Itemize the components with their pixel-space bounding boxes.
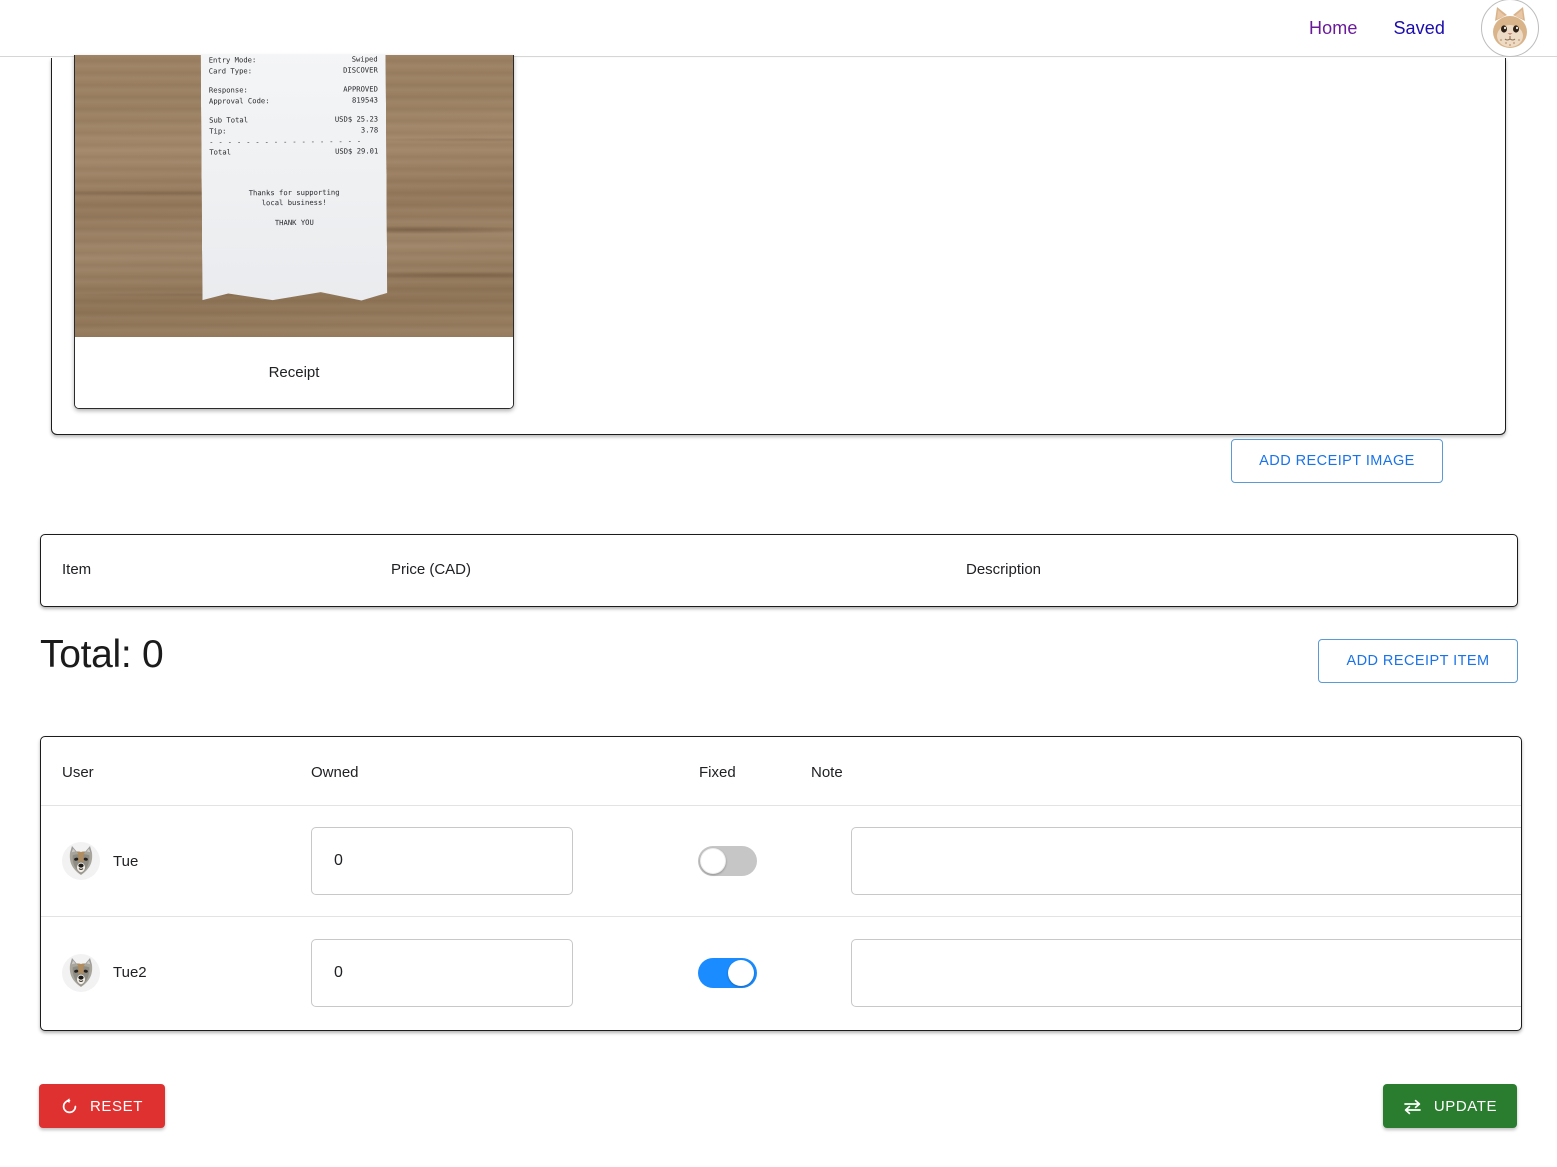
- receipt-card-caption: Receipt: [75, 337, 513, 408]
- receipt-total-label: Total: [209, 147, 232, 157]
- header-avatar[interactable]: [1481, 0, 1539, 57]
- update-button[interactable]: UPDATE: [1383, 1084, 1517, 1128]
- receipt-entry-mode-value: Swiped: [351, 55, 378, 64]
- add-receipt-item-button[interactable]: ADD RECEIPT ITEM: [1318, 639, 1518, 683]
- refresh-icon: [61, 1097, 78, 1115]
- column-header-note: Note: [811, 764, 843, 781]
- site-header: Home Saved: [0, 0, 1557, 57]
- user-cell: Tue2: [62, 953, 147, 992]
- avatar: [62, 842, 100, 880]
- receipt-card-type-label: Card Type:: [208, 65, 253, 76]
- receipt-total-value: USD$ 29.01: [335, 146, 379, 156]
- wolf-avatar-icon: [64, 844, 98, 878]
- column-header-item: Item: [62, 561, 92, 578]
- receipt-photo: Entry Mode: Swiped Card Type: DISCOVER R…: [75, 55, 513, 337]
- receipt-tip-value: 3.78: [360, 125, 379, 135]
- receipt-thank-you: THANK YOU: [274, 217, 314, 228]
- user-name: Tue: [113, 852, 139, 870]
- owned-input[interactable]: [311, 938, 573, 1007]
- receipt-response-value: APPROVED: [343, 84, 378, 94]
- user-cell: Tue: [62, 842, 138, 880]
- reset-button[interactable]: RESET: [39, 1084, 165, 1128]
- column-header-owned: Owned: [311, 764, 359, 781]
- add-receipt-image-button[interactable]: ADD RECEIPT IMAGE: [1231, 439, 1443, 483]
- owned-input[interactable]: [311, 827, 573, 895]
- toggle-knob: [728, 959, 754, 986]
- nav-link-saved[interactable]: Saved: [1393, 18, 1445, 39]
- column-header-user: User: [62, 764, 94, 781]
- receipt-approval-code-value: 819543: [351, 95, 379, 105]
- column-header-price: Price (CAD): [391, 561, 472, 578]
- update-button-label: UPDATE: [1433, 1097, 1498, 1115]
- table-row: Tue2: [41, 917, 1521, 1028]
- wolf-avatar-icon: [64, 956, 98, 990]
- fixed-toggle[interactable]: [698, 957, 757, 988]
- receipt-tip-label: Tip:: [209, 126, 227, 136]
- receipt-images-panel: Entry Mode: Swiped Card Type: DISCOVER R…: [51, 55, 1506, 435]
- users-table: User Owned Fixed Note Tue 0 Tue2 0: [40, 736, 1522, 1031]
- user-name: Tue2: [113, 964, 147, 981]
- receipt-items-table-header: Item Price (CAD) Description: [41, 535, 1517, 606]
- receipt-subtotal-value: USD$ 25.23: [334, 114, 379, 125]
- nav-link-home[interactable]: Home: [1309, 18, 1357, 39]
- receipt-card-type-value: DISCOVER: [343, 65, 378, 75]
- total-label: Total: 0: [40, 633, 164, 676]
- receipt-response-label: Response:: [208, 85, 248, 95]
- swap-arrows-icon: [1403, 1098, 1422, 1115]
- fixed-toggle[interactable]: [698, 846, 757, 876]
- users-table-header: User Owned Fixed Note: [41, 737, 1521, 806]
- receipt-items-table: Item Price (CAD) Description: [40, 534, 1518, 607]
- column-header-fixed: Fixed: [699, 764, 736, 781]
- column-header-description: Description: [966, 561, 1042, 578]
- reset-button-label: RESET: [89, 1097, 143, 1115]
- cat-avatar-icon: [1484, 2, 1536, 54]
- table-row: Tue: [41, 806, 1521, 917]
- receipt-paper-text: Entry Mode: Swiped Card Type: DISCOVER R…: [201, 55, 388, 302]
- note-input[interactable]: [851, 938, 1521, 1007]
- receipt-approval-code-label: Approval Code:: [208, 95, 270, 106]
- receipt-image-card[interactable]: Entry Mode: Swiped Card Type: DISCOVER R…: [74, 55, 514, 409]
- avatar: [62, 953, 100, 992]
- note-input[interactable]: [851, 827, 1521, 895]
- toggle-knob: [700, 848, 726, 874]
- receipt-entry-mode-label: Entry Mode:: [208, 55, 257, 65]
- receipt-subtotal-label: Sub Total: [209, 115, 249, 125]
